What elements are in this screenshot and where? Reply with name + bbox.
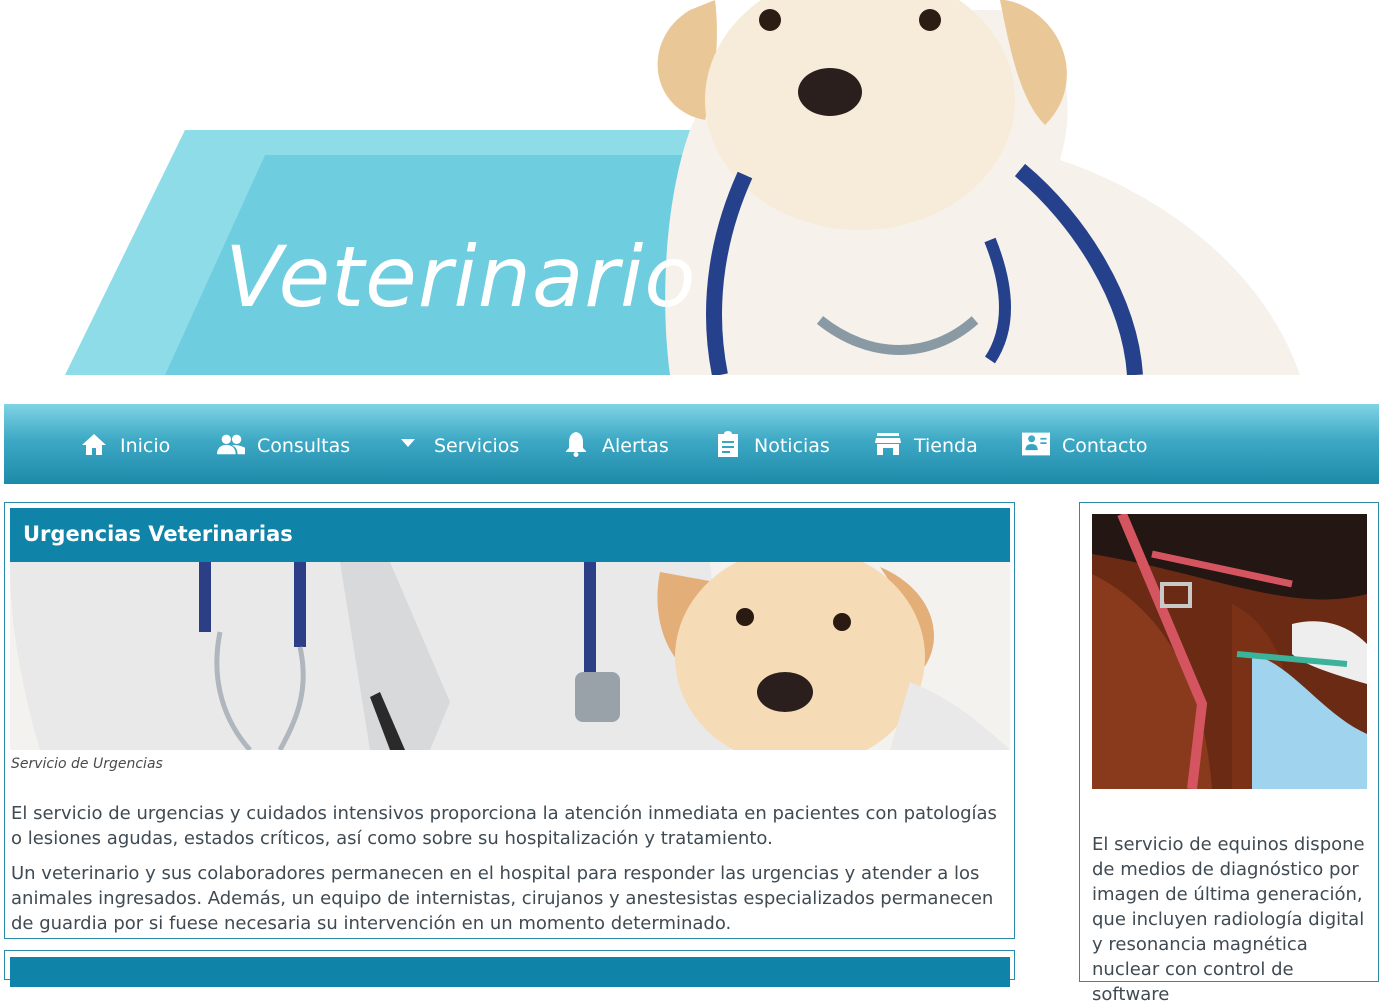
nav-item-noticias[interactable]: Noticias: [714, 404, 830, 484]
nav-item-tienda[interactable]: Tienda: [874, 404, 978, 484]
horse-image: [1092, 514, 1367, 789]
sidebar-equinos: El servicio de equinos dispone de medios…: [1079, 502, 1379, 1005]
sidebar-text: El servicio de equinos dispone de medios…: [1092, 834, 1365, 1005]
header-banner: Veterinario: [0, 0, 1385, 375]
nav-item-label: Inicio: [120, 435, 171, 457]
clipboard-icon: [714, 430, 742, 458]
article-paragraph: Un veterinario y sus colaboradores perma…: [11, 863, 994, 934]
people-icon: [217, 430, 245, 458]
nav-item-consultas[interactable]: Consultas: [217, 404, 350, 484]
next-article-header: [10, 957, 1010, 987]
article-urgencias: Urgencias Veterinarias Servicio de Urgen…: [4, 502, 1015, 939]
article-paragraph: El servicio de urgencias y cuidados inte…: [11, 803, 997, 849]
nav-item-label: Servicios: [434, 435, 520, 457]
next-article: [4, 950, 1015, 987]
nav-item-label: Tienda: [914, 435, 978, 457]
nav-item-label: Contacto: [1062, 435, 1148, 457]
banner-title: Veterinario: [225, 228, 697, 326]
main-navigation: Inicio Consultas Servicios Alertas Notic…: [4, 404, 1379, 484]
caret-down-icon: [394, 430, 422, 458]
nav-item-label: Consultas: [257, 435, 351, 457]
article-image: [10, 562, 1010, 750]
nav-item-alertas[interactable]: Alertas: [562, 404, 669, 484]
article-header: Urgencias Veterinarias: [10, 508, 1010, 562]
bell-icon: [562, 430, 590, 458]
nav-item-contacto[interactable]: Contacto: [1022, 404, 1148, 484]
store-icon: [874, 430, 902, 458]
home-icon: [80, 430, 108, 458]
article-title: Urgencias Veterinarias: [23, 522, 293, 546]
nav-item-servicios[interactable]: Servicios: [394, 404, 519, 484]
nav-item-label: Noticias: [754, 435, 830, 457]
nav-item-inicio[interactable]: Inicio: [80, 404, 170, 484]
contact-card-icon: [1022, 430, 1050, 458]
image-caption: Servicio de Urgencias: [11, 756, 163, 772]
nav-item-label: Alertas: [602, 435, 669, 457]
